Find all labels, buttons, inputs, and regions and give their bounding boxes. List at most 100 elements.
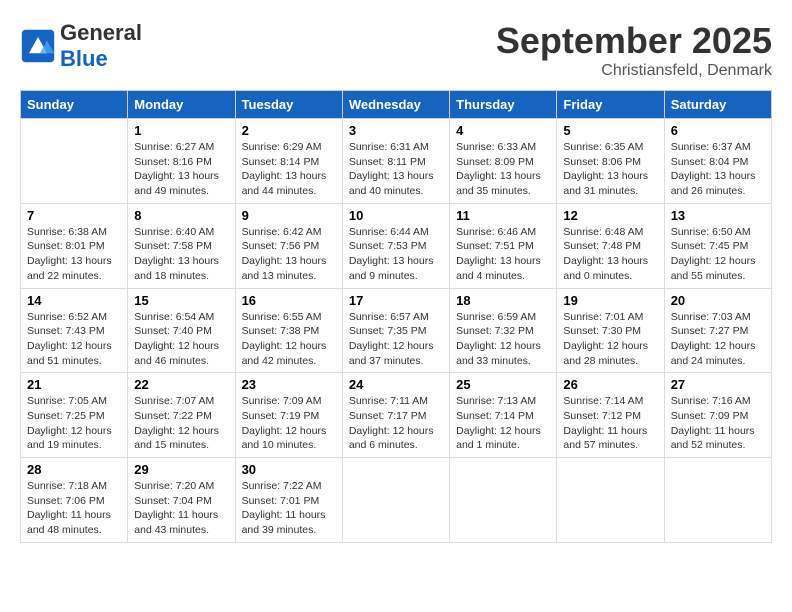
calendar-cell: [557, 458, 664, 543]
week-row-1: 1Sunrise: 6:27 AMSunset: 8:16 PMDaylight…: [21, 119, 772, 204]
day-info: Sunrise: 6:46 AMSunset: 7:51 PMDaylight:…: [456, 225, 550, 284]
day-info: Sunrise: 6:44 AMSunset: 7:53 PMDaylight:…: [349, 225, 443, 284]
day-info: Sunrise: 6:27 AMSunset: 8:16 PMDaylight:…: [134, 140, 228, 199]
day-info: Sunrise: 7:22 AMSunset: 7:01 PMDaylight:…: [242, 479, 336, 538]
calendar-table: SundayMondayTuesdayWednesdayThursdayFrid…: [20, 90, 772, 543]
day-info: Sunrise: 6:37 AMSunset: 8:04 PMDaylight:…: [671, 140, 765, 199]
day-number: 5: [563, 123, 657, 138]
day-number: 23: [242, 377, 336, 392]
day-number: 18: [456, 293, 550, 308]
day-number: 24: [349, 377, 443, 392]
calendar-cell: 2Sunrise: 6:29 AMSunset: 8:14 PMDaylight…: [235, 119, 342, 204]
calendar-cell: 4 Sunrise: 6:33 AMSunset: 8:09 PMDaylight…: [450, 119, 557, 204]
day-number: 27: [671, 377, 765, 392]
day-info: Sunrise: 7:18 AMSunset: 7:06 PMDaylight:…: [27, 479, 121, 538]
day-number: 28: [27, 462, 121, 477]
calendar-cell: 7 Sunrise: 6:38 AMSunset: 8:01 PMDaylight…: [21, 203, 128, 288]
calendar-cell: 3 Sunrise: 6:31 AMSunset: 8:11 PMDaylight…: [342, 119, 449, 204]
day-info: Sunrise: 6:48 AMSunset: 7:48 PMDaylight:…: [563, 225, 657, 284]
logo-general-text: General: [60, 20, 142, 45]
title-block: September 2025 Christiansfeld, Denmark: [496, 20, 772, 80]
day-info: Sunrise: 7:07 AMSunset: 7:22 PMDaylight:…: [134, 394, 228, 453]
day-number: 9: [242, 208, 336, 223]
logo: General Blue: [20, 20, 142, 72]
month-title: September 2025: [496, 20, 772, 62]
day-info: Sunrise: 7:03 AMSunset: 7:27 PMDaylight:…: [671, 310, 765, 369]
calendar-cell: [664, 458, 771, 543]
calendar-cell: 15 Sunrise: 6:54 AMSunset: 7:40 PMDayligh…: [128, 288, 235, 373]
day-info: Sunrise: 6:57 AMSunset: 7:35 PMDaylight:…: [349, 310, 443, 369]
day-info: Sunrise: 7:09 AMSunset: 7:19 PMDaylight:…: [242, 394, 336, 453]
day-number: 15: [134, 293, 228, 308]
calendar-cell: 30 Sunrise: 7:22 AMSunset: 7:01 PMDayligh…: [235, 458, 342, 543]
logo-blue-text: Blue: [60, 46, 108, 71]
week-row-2: 7 Sunrise: 6:38 AMSunset: 8:01 PMDaylight…: [21, 203, 772, 288]
day-header-saturday: Saturday: [664, 91, 771, 119]
calendar-cell: [21, 119, 128, 204]
day-number: 21: [27, 377, 121, 392]
day-number: 6: [671, 123, 765, 138]
calendar-cell: 5 Sunrise: 6:35 AMSunset: 8:06 PMDaylight…: [557, 119, 664, 204]
calendar-cell: 27 Sunrise: 7:16 AMSunset: 7:09 PMDayligh…: [664, 373, 771, 458]
calendar-cell: 25Sunrise: 7:13 AMSunset: 7:14 PMDayligh…: [450, 373, 557, 458]
day-headers-row: SundayMondayTuesdayWednesdayThursdayFrid…: [21, 91, 772, 119]
day-info: Sunrise: 7:16 AMSunset: 7:09 PMDaylight:…: [671, 394, 765, 453]
day-header-tuesday: Tuesday: [235, 91, 342, 119]
day-number: 17: [349, 293, 443, 308]
day-info: Sunrise: 6:40 AMSunset: 7:58 PMDaylight:…: [134, 225, 228, 284]
day-number: 4: [456, 123, 550, 138]
calendar-cell: 8 Sunrise: 6:40 AMSunset: 7:58 PMDaylight…: [128, 203, 235, 288]
day-number: 7: [27, 208, 121, 223]
location-subtitle: Christiansfeld, Denmark: [496, 62, 772, 80]
week-row-5: 28 Sunrise: 7:18 AMSunset: 7:06 PMDayligh…: [21, 458, 772, 543]
calendar-cell: 9 Sunrise: 6:42 AMSunset: 7:56 PMDaylight…: [235, 203, 342, 288]
day-info: Sunrise: 6:50 AMSunset: 7:45 PMDaylight:…: [671, 225, 765, 284]
day-number: 25: [456, 377, 550, 392]
calendar-cell: 16 Sunrise: 6:55 AMSunset: 7:38 PMDayligh…: [235, 288, 342, 373]
day-info: Sunrise: 6:33 AMSunset: 8:09 PMDaylight:…: [456, 140, 550, 199]
week-row-4: 21Sunrise: 7:05 AMSunset: 7:25 PMDayligh…: [21, 373, 772, 458]
day-info: Sunrise: 6:42 AMSunset: 7:56 PMDaylight:…: [242, 225, 336, 284]
day-info: Sunrise: 6:52 AMSunset: 7:43 PMDaylight:…: [27, 310, 121, 369]
day-header-monday: Monday: [128, 91, 235, 119]
day-header-thursday: Thursday: [450, 91, 557, 119]
calendar-cell: 1Sunrise: 6:27 AMSunset: 8:16 PMDaylight…: [128, 119, 235, 204]
day-info: Sunrise: 6:29 AMSunset: 8:14 PMDaylight:…: [242, 140, 336, 199]
calendar-cell: 20 Sunrise: 7:03 AMSunset: 7:27 PMDayligh…: [664, 288, 771, 373]
day-number: 30: [242, 462, 336, 477]
calendar-cell: 18 Sunrise: 6:59 AMSunset: 7:32 PMDayligh…: [450, 288, 557, 373]
day-number: 10: [349, 208, 443, 223]
calendar-cell: 28 Sunrise: 7:18 AMSunset: 7:06 PMDayligh…: [21, 458, 128, 543]
day-info: Sunrise: 7:14 AMSunset: 7:12 PMDaylight:…: [563, 394, 657, 453]
day-info: Sunrise: 7:11 AMSunset: 7:17 PMDaylight:…: [349, 394, 443, 453]
day-number: 8: [134, 208, 228, 223]
day-number: 3: [349, 123, 443, 138]
calendar-cell: 23 Sunrise: 7:09 AMSunset: 7:19 PMDayligh…: [235, 373, 342, 458]
day-number: 22: [134, 377, 228, 392]
day-info: Sunrise: 7:01 AMSunset: 7:30 PMDaylight:…: [563, 310, 657, 369]
calendar-cell: 10 Sunrise: 6:44 AMSunset: 7:53 PMDayligh…: [342, 203, 449, 288]
logo-icon: [20, 28, 56, 64]
day-info: Sunrise: 6:38 AMSunset: 8:01 PMDaylight:…: [27, 225, 121, 284]
day-number: 29: [134, 462, 228, 477]
day-number: 26: [563, 377, 657, 392]
day-number: 20: [671, 293, 765, 308]
day-info: Sunrise: 7:20 AMSunset: 7:04 PMDaylight:…: [134, 479, 228, 538]
calendar-cell: 6 Sunrise: 6:37 AMSunset: 8:04 PMDaylight…: [664, 119, 771, 204]
day-number: 13: [671, 208, 765, 223]
day-header-friday: Friday: [557, 91, 664, 119]
day-info: Sunrise: 6:55 AMSunset: 7:38 PMDaylight:…: [242, 310, 336, 369]
day-info: Sunrise: 6:35 AMSunset: 8:06 PMDaylight:…: [563, 140, 657, 199]
day-info: Sunrise: 6:54 AMSunset: 7:40 PMDaylight:…: [134, 310, 228, 369]
calendar-cell: 22 Sunrise: 7:07 AMSunset: 7:22 PMDayligh…: [128, 373, 235, 458]
calendar-cell: 14Sunrise: 6:52 AMSunset: 7:43 PMDayligh…: [21, 288, 128, 373]
day-info: Sunrise: 6:59 AMSunset: 7:32 PMDaylight:…: [456, 310, 550, 369]
day-number: 16: [242, 293, 336, 308]
week-row-3: 14Sunrise: 6:52 AMSunset: 7:43 PMDayligh…: [21, 288, 772, 373]
day-info: Sunrise: 6:31 AMSunset: 8:11 PMDaylight:…: [349, 140, 443, 199]
calendar-cell: 19 Sunrise: 7:01 AMSunset: 7:30 PMDayligh…: [557, 288, 664, 373]
day-header-wednesday: Wednesday: [342, 91, 449, 119]
calendar-cell: 17 Sunrise: 6:57 AMSunset: 7:35 PMDayligh…: [342, 288, 449, 373]
day-number: 19: [563, 293, 657, 308]
day-header-sunday: Sunday: [21, 91, 128, 119]
